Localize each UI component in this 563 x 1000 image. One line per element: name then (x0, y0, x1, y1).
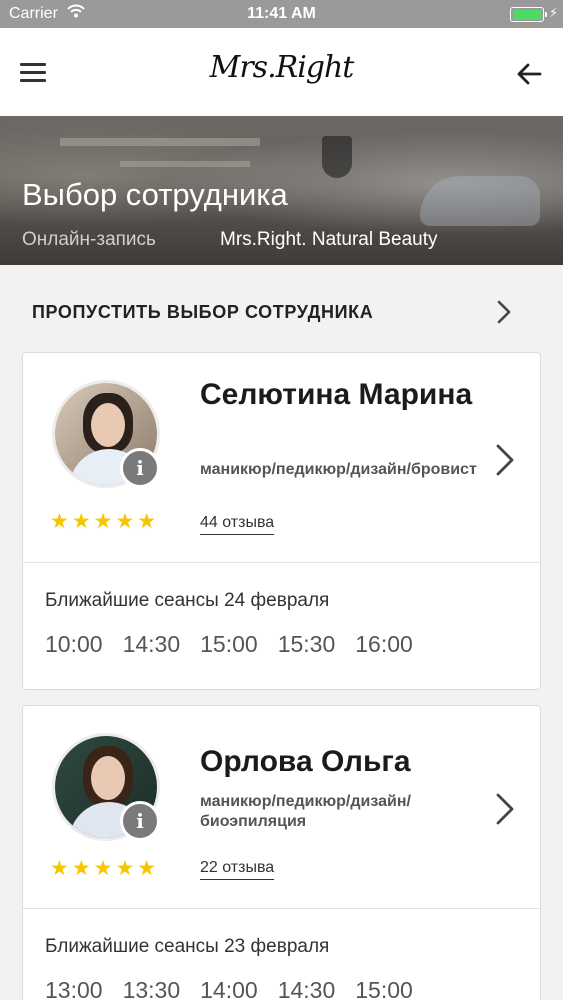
clock: 11:41 AM (247, 5, 316, 22)
employee-avatar[interactable]: i (52, 380, 160, 488)
skip-employee-selection[interactable]: ПРОПУСТИТЬ ВЫБОР СОТРУДНИКА (0, 265, 563, 353)
employee-summary[interactable]: i ★★★★★ Орлова Ольга маникюр/педикюр/диз… (23, 706, 540, 909)
time-slot[interactable]: 14:30 (123, 631, 181, 658)
nearest-sessions: Ближайшие сеансы 24 февраля 10:00 14:30 … (23, 563, 540, 689)
time-slot[interactable]: 13:30 (123, 977, 181, 1000)
battery-icon (510, 7, 547, 22)
time-slot[interactable]: 15:00 (355, 977, 413, 1000)
time-slot[interactable]: 16:00 (355, 631, 413, 658)
chevron-right-icon[interactable] (494, 792, 516, 826)
sessions-title: Ближайшие сеансы 23 февраля (45, 936, 330, 957)
salon-name: Mrs.Right. Natural Beauty (220, 229, 438, 250)
employee-card[interactable]: i ★★★★★ Орлова Ольга маникюр/педикюр/диз… (22, 705, 541, 1000)
employee-summary[interactable]: i ★★★★★ Селютина Марина маникюр/педикюр/… (23, 353, 540, 563)
back-arrow-icon[interactable] (514, 58, 546, 90)
time-slots: 13:00 13:30 14:00 14:30 15:00 (45, 977, 433, 1000)
time-slot[interactable]: 14:30 (278, 977, 336, 1000)
hero-banner: Выбор сотрудника Онлайн-запись Mrs.Right… (0, 116, 563, 265)
employee-avatar[interactable]: i (52, 733, 160, 841)
info-icon[interactable]: i (120, 801, 160, 841)
info-icon[interactable]: i (120, 448, 160, 488)
time-slot[interactable]: 14:00 (200, 977, 258, 1000)
time-slots: 10:00 14:30 15:00 15:30 16:00 (45, 631, 433, 658)
rating-stars: ★★★★★ (50, 857, 160, 880)
skip-label: ПРОПУСТИТЬ ВЫБОР СОТРУДНИКА (32, 302, 374, 322)
chevron-right-icon[interactable] (494, 443, 516, 477)
employee-name: Селютина Марина (200, 378, 473, 411)
rating-stars: ★★★★★ (50, 510, 160, 533)
nearest-sessions: Ближайшие сеансы 23 февраля 13:00 13:30 … (23, 909, 540, 1000)
employee-name: Орлова Ольга (200, 745, 411, 778)
page-title: Выбор сотрудника (22, 177, 288, 212)
time-slot[interactable]: 13:00 (45, 977, 103, 1000)
charging-icon: ⚡ (549, 5, 559, 20)
chevron-right-icon (494, 299, 514, 325)
nav-bar: Mrs.Right (0, 28, 563, 116)
reviews-link[interactable]: 44 отзыва (200, 514, 275, 535)
reviews-link[interactable]: 22 отзыва (200, 859, 275, 880)
time-slot[interactable]: 15:00 (200, 631, 258, 658)
sessions-title: Ближайшие сеансы 24 февраля (45, 590, 330, 611)
status-bar: Carrier 11:41 AM ⚡ (0, 0, 563, 28)
employee-specialty: маникюр/педикюр/дизайн/бровист (200, 461, 477, 478)
time-slot[interactable]: 10:00 (45, 631, 103, 658)
employee-specialty: маникюр/педикюр/дизайн/биоэпиляция (200, 793, 411, 830)
time-slot[interactable]: 15:30 (278, 631, 336, 658)
breadcrumb-online-booking: Онлайн-запись (22, 229, 156, 250)
brand-logo: Mrs.Right (209, 50, 355, 85)
employee-card[interactable]: i ★★★★★ Селютина Марина маникюр/педикюр/… (22, 352, 541, 690)
